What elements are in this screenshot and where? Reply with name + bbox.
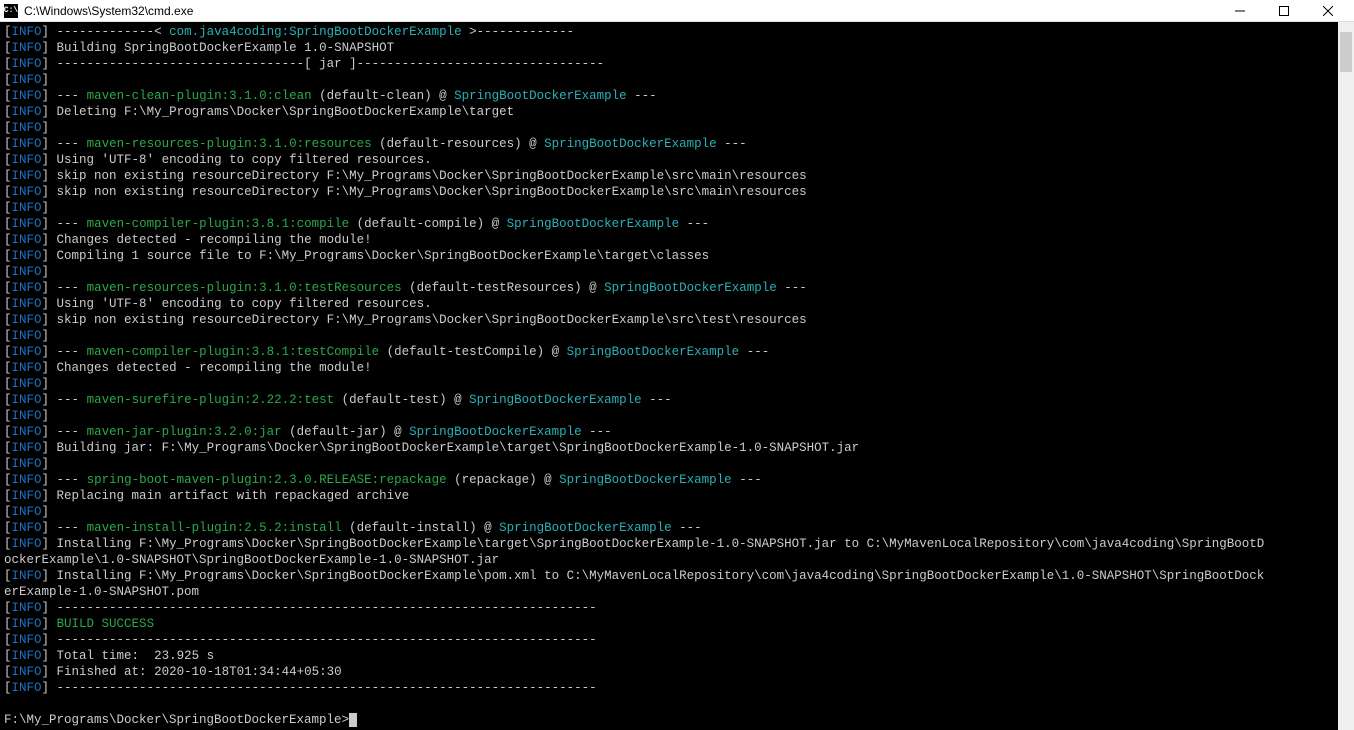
log-line: [INFO] --- maven-clean-plugin:3.1.0:clea… (4, 88, 1350, 104)
log-line: [INFO] BUILD SUCCESS (4, 616, 1350, 632)
vertical-scrollbar[interactable] (1338, 22, 1354, 730)
log-line: [INFO] (4, 72, 1350, 88)
log-line: [INFO] Replacing main artifact with repa… (4, 488, 1350, 504)
close-button[interactable] (1306, 0, 1350, 22)
log-line: [INFO] (4, 504, 1350, 520)
scrollbar-thumb[interactable] (1340, 32, 1352, 72)
log-line: [INFO] Using 'UTF-8' encoding to copy fi… (4, 152, 1350, 168)
log-line: [INFO] Using 'UTF-8' encoding to copy fi… (4, 296, 1350, 312)
log-line: [INFO] (4, 456, 1350, 472)
log-line: [INFO] Compiling 1 source file to F:\My_… (4, 248, 1350, 264)
log-line: [INFO] (4, 200, 1350, 216)
log-line: [INFO] Building SpringBootDockerExample … (4, 40, 1350, 56)
log-line: [INFO] --- maven-jar-plugin:3.2.0:jar (d… (4, 424, 1350, 440)
log-line: [INFO] --- maven-resources-plugin:3.1.0:… (4, 136, 1350, 152)
minimize-button[interactable] (1218, 0, 1262, 22)
command-prompt[interactable]: F:\My_Programs\Docker\SpringBootDockerEx… (4, 712, 1350, 728)
log-line: [INFO] --- maven-resources-plugin:3.1.0:… (4, 280, 1350, 296)
log-line: [INFO] -------------< com.java4coding:Sp… (4, 24, 1350, 40)
log-line: [INFO] Finished at: 2020-10-18T01:34:44+… (4, 664, 1350, 680)
window-titlebar: C:\ C:\Windows\System32\cmd.exe (0, 0, 1354, 22)
window-title: C:\Windows\System32\cmd.exe (24, 4, 1218, 18)
log-line: [INFO] --- spring-boot-maven-plugin:2.3.… (4, 472, 1350, 488)
log-line: [INFO] ---------------------------------… (4, 600, 1350, 616)
log-line: [INFO] skip non existing resourceDirecto… (4, 168, 1350, 184)
log-line: [INFO] Changes detected - recompiling th… (4, 360, 1350, 376)
log-line (4, 696, 1350, 712)
log-line: [INFO] ---------------------------------… (4, 680, 1350, 696)
log-line: [INFO] skip non existing resourceDirecto… (4, 312, 1350, 328)
log-line: [INFO] Installing F:\My_Programs\Docker\… (4, 536, 1350, 552)
cmd-icon: C:\ (4, 4, 18, 18)
log-line: [INFO] skip non existing resourceDirecto… (4, 184, 1350, 200)
log-line: [INFO] ---------------------------------… (4, 56, 1350, 72)
log-line: [INFO] Deleting F:\My_Programs\Docker\Sp… (4, 104, 1350, 120)
log-line: [INFO] (4, 120, 1350, 136)
log-line: [INFO] Changes detected - recompiling th… (4, 232, 1350, 248)
log-line: erExample-1.0-SNAPSHOT.pom (4, 584, 1350, 600)
log-line: [INFO] --- maven-compiler-plugin:3.8.1:t… (4, 344, 1350, 360)
log-line: [INFO] Total time: 23.925 s (4, 648, 1350, 664)
log-line: [INFO] ---------------------------------… (4, 632, 1350, 648)
log-line: [INFO] Installing F:\My_Programs\Docker\… (4, 568, 1350, 584)
log-line: [INFO] --- maven-surefire-plugin:2.22.2:… (4, 392, 1350, 408)
terminal-output[interactable]: [INFO] -------------< com.java4coding:Sp… (0, 22, 1354, 730)
cursor-icon (349, 713, 357, 727)
log-line: [INFO] --- maven-install-plugin:2.5.2:in… (4, 520, 1350, 536)
log-line: [INFO] (4, 328, 1350, 344)
log-line: [INFO] (4, 408, 1350, 424)
log-line: [INFO] (4, 376, 1350, 392)
log-line: [INFO] --- maven-compiler-plugin:3.8.1:c… (4, 216, 1350, 232)
maximize-button[interactable] (1262, 0, 1306, 22)
log-line: [INFO] (4, 264, 1350, 280)
log-line: ockerExample\1.0-SNAPSHOT\SpringBootDock… (4, 552, 1350, 568)
log-line: [INFO] Building jar: F:\My_Programs\Dock… (4, 440, 1350, 456)
